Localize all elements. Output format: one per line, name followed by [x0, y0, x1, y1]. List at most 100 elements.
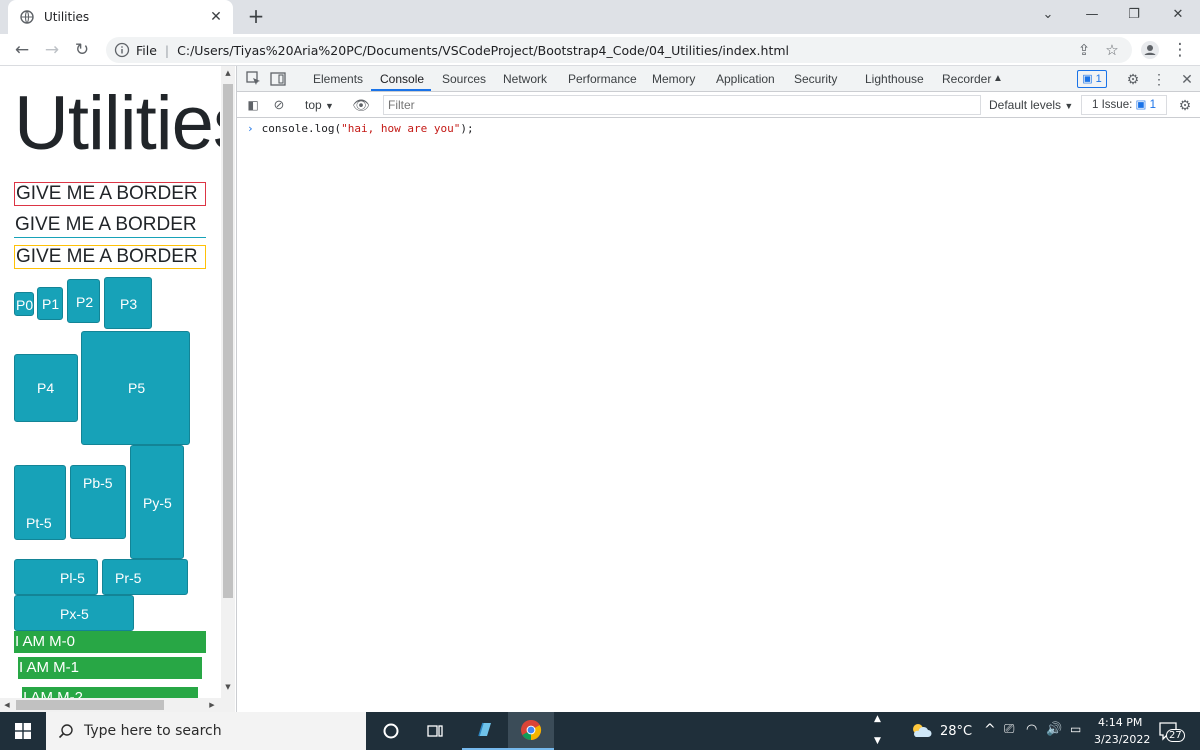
padding-box-p3: P3 — [104, 277, 152, 329]
new-tab-button[interactable]: + — [244, 4, 268, 28]
task-view-icon[interactable] — [412, 712, 458, 750]
padding-label: P1 — [42, 296, 60, 312]
close-window-button[interactable]: ✕ — [1156, 0, 1200, 30]
back-arrow-icon[interactable]: ← — [10, 38, 34, 62]
clock-date[interactable]: 3/23/2022 — [1094, 733, 1150, 746]
padding-box-p1: P1 — [37, 287, 63, 320]
browser-tab[interactable]: Utilities ✕ — [8, 0, 233, 34]
scroll-up-icon[interactable]: ▲ — [221, 66, 235, 80]
console-settings-gear-icon[interactable]: ⚙ — [1175, 95, 1195, 115]
clear-console-icon[interactable]: ⊘ — [269, 95, 289, 115]
inspect-element-icon[interactable] — [245, 70, 263, 88]
console-filter-input[interactable] — [383, 95, 981, 115]
dropdown-caret-icon: ▼ — [1064, 101, 1074, 111]
sidebar-toggle-icon[interactable]: ◧ — [243, 95, 263, 115]
close-tab-icon[interactable]: ✕ — [203, 9, 229, 25]
browser-toolbar: ← → ↻ File | C:/Users/Tiyas%20Aria%20PC/… — [0, 34, 1200, 66]
omnibox-separator: | — [164, 42, 170, 58]
scheme-label: File — [136, 42, 157, 58]
padding-box-py5: Py-5 — [130, 445, 184, 559]
weather-temperature[interactable]: 28°C — [940, 724, 972, 739]
padding-box-p0: P0 — [14, 292, 34, 316]
log-levels-dropdown[interactable]: Default levels ▼ — [989, 96, 1073, 115]
vscode-app-icon[interactable] — [462, 712, 508, 750]
url-text[interactable]: C:/Users/Tiyas%20Aria%20PC/Documents/VSC… — [177, 43, 789, 58]
settings-gear-icon[interactable]: ⚙ — [1123, 69, 1143, 89]
wifi-icon[interactable]: ◠ — [1026, 722, 1037, 737]
tab-strip: Utilities ✕ + ⌄ — ❐ ✕ — [0, 0, 1200, 34]
device-toolbar-icon[interactable] — [269, 70, 287, 88]
padding-label: P0 — [16, 297, 34, 313]
reload-icon[interactable]: ↻ — [70, 38, 94, 62]
tab-lighthouse[interactable]: Lighthouse — [865, 66, 924, 92]
tray-scroll-up-icon[interactable]: ▲ — [874, 714, 881, 724]
tab-performance[interactable]: Performance — [568, 66, 637, 92]
battery-icon[interactable]: ▭ — [1070, 722, 1081, 736]
issues-button[interactable]: 1 Issue: ▣ 1 — [1081, 95, 1167, 115]
search-placeholder: Type here to search — [84, 723, 222, 739]
padding-label: Pr-5 — [115, 570, 142, 586]
windows-taskbar: Type here to search ▲ ▼ 28°C ^ ⎚ ◠ 🔊 ▭ 4… — [0, 712, 1200, 750]
messages-badge[interactable]: ▣ 1 — [1077, 70, 1107, 88]
devtools-panel: Elements Console Sources Network Perform… — [236, 66, 1200, 712]
padding-label: Px-5 — [60, 606, 89, 622]
page-vertical-scrollbar[interactable]: ▲ ▼ — [221, 66, 235, 712]
devtools-menu-icon[interactable]: ⋮ — [1149, 69, 1169, 89]
scroll-left-icon[interactable]: ◀ — [0, 698, 14, 712]
border-warning-box: GIVE ME A BORDER — [14, 245, 206, 269]
restore-button[interactable]: ❐ — [1112, 0, 1156, 30]
weather-icon[interactable] — [910, 722, 932, 740]
windows-logo-icon — [15, 723, 31, 739]
eye-icon[interactable]: 👁 — [351, 95, 371, 115]
notification-count: 27 — [1166, 729, 1185, 742]
tab-sources[interactable]: Sources — [442, 66, 486, 92]
share-icon[interactable]: ⇪ — [1072, 38, 1096, 62]
border-danger-box: GIVE ME A BORDER — [14, 182, 206, 206]
address-bar[interactable]: File | C:/Users/Tiyas%20Aria%20PC/Docume… — [106, 37, 1132, 63]
show-hidden-icons-chevron-icon[interactable]: ^ — [984, 722, 996, 738]
scroll-right-icon[interactable]: ▶ — [205, 698, 219, 712]
padding-label: Pt-5 — [26, 515, 52, 531]
meet-now-icon[interactable]: ⎚ — [1004, 722, 1014, 737]
tab-search-icon[interactable]: ⌄ — [1026, 0, 1070, 30]
console-code-prefix: console.log( — [261, 122, 342, 135]
profile-icon[interactable] — [1138, 38, 1162, 62]
action-center-icon[interactable]: 27 — [1158, 720, 1185, 742]
padding-box-pl5: Pl-5 — [14, 559, 98, 595]
scroll-down-icon[interactable]: ▼ — [221, 680, 235, 694]
console-code-suffix: ); — [460, 122, 474, 135]
message-icon: ▣ — [1082, 73, 1093, 85]
padding-box-p2: P2 — [67, 279, 100, 323]
issues-label: 1 Issue: — [1092, 99, 1133, 111]
tab-elements[interactable]: Elements — [313, 66, 363, 92]
console-prompt-icon: › — [247, 122, 254, 135]
star-icon[interactable]: ☆ — [1100, 38, 1124, 62]
close-devtools-icon[interactable]: ✕ — [1177, 69, 1197, 89]
horizontal-scroll-thumb[interactable] — [16, 700, 164, 710]
windows-start-button[interactable] — [0, 712, 46, 750]
console-code-string: "hai, how are you" — [341, 122, 461, 135]
context-selector[interactable]: top ▼ — [305, 96, 334, 114]
tab-memory[interactable]: Memory — [652, 66, 695, 92]
info-icon[interactable] — [114, 42, 130, 58]
vertical-scroll-thumb[interactable] — [223, 84, 233, 598]
tab-recorder[interactable]: Recorder — [942, 66, 991, 92]
page-horizontal-scrollbar[interactable]: ◀ ▶ — [0, 698, 221, 712]
clock-time[interactable]: 4:14 PM — [1098, 716, 1142, 729]
cortana-icon[interactable] — [368, 712, 414, 750]
tab-application[interactable]: Application — [716, 66, 775, 92]
tray-scroll-down-icon[interactable]: ▼ — [874, 736, 881, 746]
forward-arrow-icon[interactable]: → — [40, 38, 64, 62]
console-input-line[interactable]: › console.log("hai, how are you"); — [247, 122, 474, 135]
kebab-menu-icon[interactable]: ⋮ — [1168, 38, 1192, 62]
taskbar-search-box[interactable]: Type here to search — [46, 712, 366, 750]
tab-security[interactable]: Security — [794, 66, 837, 92]
padding-label: P4 — [37, 380, 55, 396]
minimize-button[interactable]: — — [1070, 0, 1114, 30]
issues-count: 1 — [1149, 99, 1156, 111]
margin-box-m1: I AM M-1 — [18, 657, 202, 679]
volume-icon[interactable]: 🔊 — [1046, 722, 1062, 737]
tab-network[interactable]: Network — [503, 66, 547, 92]
chrome-app-icon[interactable] — [508, 712, 554, 750]
padding-label: P2 — [76, 294, 94, 310]
